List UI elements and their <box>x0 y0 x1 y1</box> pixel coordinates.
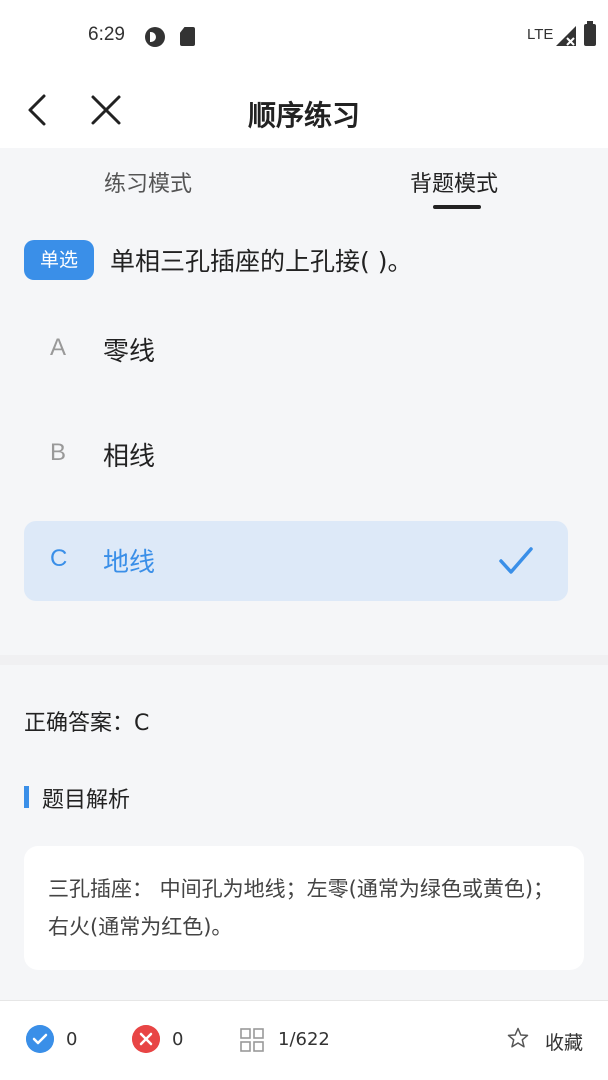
correct-check-icon <box>26 1025 54 1053</box>
status-bar: 6:29 LTE <box>0 0 608 72</box>
wrong-count: 0 <box>172 1029 184 1050</box>
app-notification-icon <box>145 27 165 47</box>
option-text: 相线 <box>103 442 156 472</box>
correct-answer: 正确答案：C <box>24 711 150 736</box>
question-type-badge: 单选 <box>24 240 94 280</box>
star-icon[interactable] <box>507 1027 529 1049</box>
checkmark-icon <box>499 547 533 574</box>
option-letter: A <box>50 334 67 361</box>
active-tab-indicator <box>433 205 481 209</box>
option-letter: B <box>50 439 67 466</box>
wrong-x-icon <box>132 1025 160 1053</box>
page-title: 顺序练习 <box>247 99 360 132</box>
correct-count: 0 <box>66 1029 78 1050</box>
sd-card-icon <box>180 27 195 46</box>
analysis-text: 三孔插座： 中间孔为地线；左零(通常为绿色或黄色)；右火(通常为红色)。 <box>48 877 555 939</box>
option-c[interactable]: C 地线 <box>24 521 568 601</box>
network-type: LTE <box>527 26 554 43</box>
question-text: 单相三孔插座的上孔接( )。 <box>110 247 413 276</box>
question-progress[interactable]: 1/622 <box>278 1029 330 1050</box>
nav-bar: 顺序练习 <box>0 72 608 148</box>
tab-recite-mode[interactable]: 背题模式 <box>410 166 498 198</box>
option-text: 地线 <box>103 548 156 578</box>
section-divider <box>0 655 608 665</box>
tab-practice-mode[interactable]: 练习模式 <box>104 166 192 198</box>
option-letter: C <box>50 545 68 572</box>
grid-icon[interactable] <box>240 1028 264 1052</box>
option-a[interactable]: A 零线 <box>24 310 568 390</box>
favorite-button[interactable]: 收藏 <box>545 1028 583 1055</box>
status-time: 6:29 <box>88 24 125 45</box>
option-b[interactable]: B 相线 <box>24 415 568 495</box>
analysis-title: 题目解析 <box>42 788 131 813</box>
mode-tabs: 练习模式 背题模式 <box>0 148 608 214</box>
analysis-card: 三孔插座： 中间孔为地线；左零(通常为绿色或黄色)；右火(通常为红色)。 <box>24 846 584 970</box>
option-text: 零线 <box>103 337 156 367</box>
signal-icon <box>556 26 576 46</box>
battery-icon <box>584 21 596 46</box>
bottom-bar: 0 0 1/622 收藏 <box>0 1000 608 1080</box>
section-marker <box>24 786 29 808</box>
